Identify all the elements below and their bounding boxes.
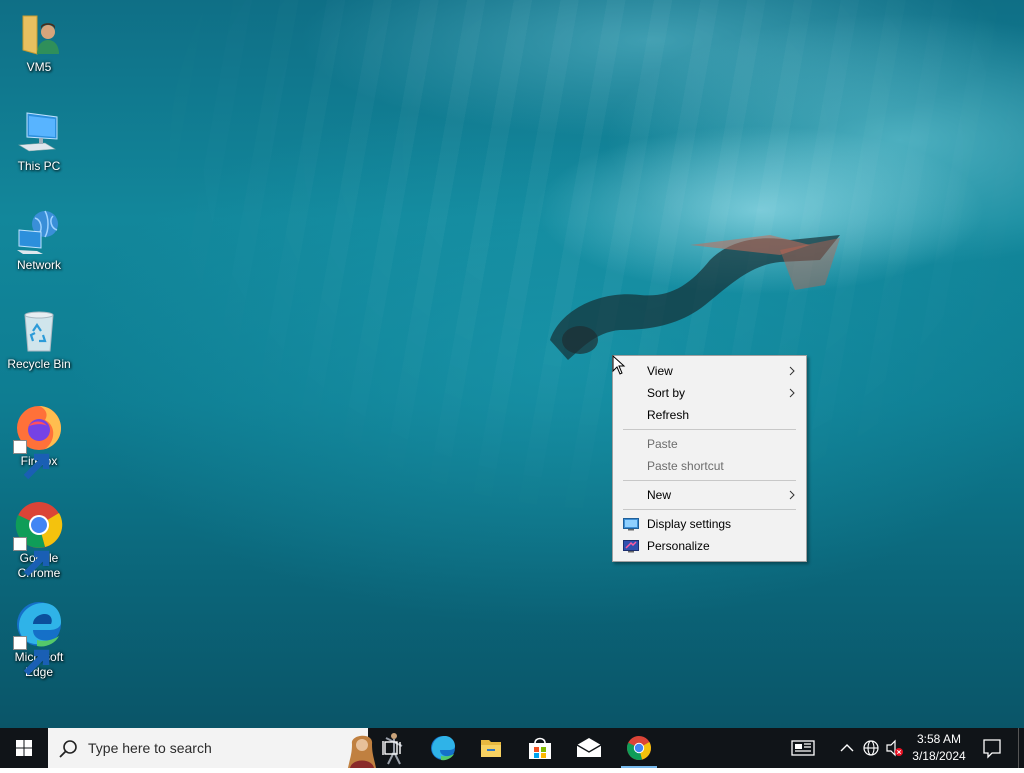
menu-item-new[interactable]: New xyxy=(613,484,806,506)
news-and-interests-button[interactable] xyxy=(786,728,820,768)
menu-item-label: View xyxy=(647,364,673,378)
desktop-icon-recycle-bin[interactable]: Recycle Bin xyxy=(3,307,75,372)
volume-muted-icon xyxy=(886,739,903,757)
display-settings-icon xyxy=(623,518,639,531)
news-icon xyxy=(791,740,815,756)
desktop-icon-google-chrome[interactable]: Google Chrome xyxy=(3,501,75,581)
desktop-background[interactable]: VM5 This PC Network Recycle Bin Firefox … xyxy=(0,0,1024,728)
clock[interactable]: 3:58 AM 3/18/2024 xyxy=(908,728,970,768)
user-folder-icon xyxy=(22,15,59,55)
wallpaper-diver xyxy=(550,235,840,360)
taskbar-search-box[interactable]: Type here to search xyxy=(48,728,403,768)
start-button[interactable] xyxy=(0,728,48,768)
taskbar-edge-button[interactable] xyxy=(422,728,464,768)
windows-logo-icon xyxy=(16,740,32,756)
shortcut-arrow-icon xyxy=(13,440,50,480)
menu-separator xyxy=(623,480,796,481)
desktop-context-menu: View Sort by Refresh Paste Paste shortcu… xyxy=(612,355,807,562)
task-view-button[interactable] xyxy=(372,728,412,768)
menu-item-label: Paste shortcut xyxy=(647,459,724,473)
menu-separator xyxy=(623,509,796,510)
chevron-up-icon xyxy=(840,744,854,752)
menu-item-view[interactable]: View xyxy=(613,360,806,382)
mouse-pointer-icon xyxy=(612,355,626,375)
clock-date: 3/18/2024 xyxy=(912,749,966,763)
shortcut-arrow-icon xyxy=(13,537,50,577)
mail-icon xyxy=(576,738,602,757)
menu-separator xyxy=(623,429,796,430)
taskbar-file-explorer-button[interactable] xyxy=(470,728,512,768)
action-center-button[interactable] xyxy=(978,728,1006,768)
menu-item-refresh[interactable]: Refresh xyxy=(613,404,806,426)
taskbar: Type here to search 3:58 AM 3/18/2024 xyxy=(0,728,1024,768)
desktop-icon-firefox[interactable]: Firefox xyxy=(3,404,75,480)
menu-item-paste-shortcut[interactable]: Paste shortcut xyxy=(613,455,806,477)
file-explorer-icon xyxy=(481,740,501,757)
show-desktop-button[interactable] xyxy=(1018,728,1024,768)
chevron-right-icon xyxy=(789,388,795,398)
search-placeholder: Type here to search xyxy=(88,740,212,756)
volume-button[interactable] xyxy=(884,728,906,768)
desktop-icon-network[interactable]: Network xyxy=(3,208,75,273)
show-hidden-icons-button[interactable] xyxy=(836,728,858,768)
chrome-icon xyxy=(627,736,651,760)
menu-item-sort-by[interactable]: Sort by xyxy=(613,382,806,404)
menu-item-label: Refresh xyxy=(647,408,690,422)
menu-item-label: Paste xyxy=(647,437,678,451)
menu-item-label: Personalize xyxy=(647,539,710,553)
task-view-icon xyxy=(382,741,401,755)
edge-icon xyxy=(431,736,455,761)
store-icon xyxy=(529,737,551,759)
taskbar-chrome-button[interactable] xyxy=(617,728,661,768)
notifications-icon xyxy=(983,739,1001,759)
taskbar-store-button[interactable] xyxy=(519,728,561,768)
clock-time: 3:58 AM xyxy=(916,732,962,746)
network-globe-icon xyxy=(863,740,879,756)
menu-item-paste[interactable]: Paste xyxy=(613,433,806,455)
network-status-button[interactable] xyxy=(860,728,882,768)
computer-icon xyxy=(18,112,58,152)
chevron-right-icon xyxy=(789,366,795,376)
network-icon xyxy=(17,210,58,254)
recycle-bin-icon xyxy=(24,311,54,352)
desktop-icon-vm5[interactable]: VM5 xyxy=(3,10,75,75)
desktop-icon-microsoft-edge[interactable]: Microsoft Edge xyxy=(3,600,75,680)
menu-item-display-settings[interactable]: Display settings xyxy=(613,513,806,535)
desktop-icon-this-pc[interactable]: This PC xyxy=(3,109,75,174)
personalize-icon xyxy=(623,540,639,553)
menu-item-label: Sort by xyxy=(647,386,686,400)
taskbar-mail-button[interactable] xyxy=(568,728,610,768)
search-icon xyxy=(59,740,77,758)
chevron-right-icon xyxy=(789,490,795,500)
menu-item-label: Display settings xyxy=(647,517,732,531)
shortcut-arrow-icon xyxy=(13,636,50,676)
menu-item-personalize[interactable]: Personalize xyxy=(613,535,806,557)
light-rays xyxy=(0,0,1024,728)
menu-item-label: New xyxy=(647,488,672,502)
